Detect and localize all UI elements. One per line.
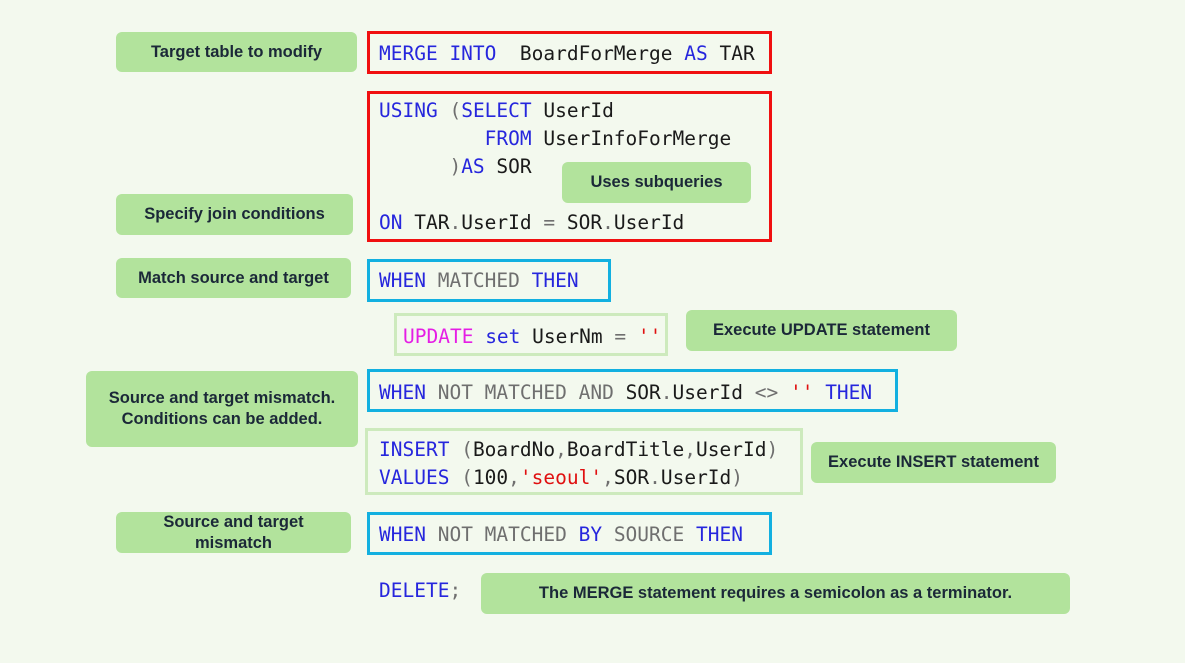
label-subqueries: Uses subqueries xyxy=(562,162,751,203)
code-token: WHEN xyxy=(379,523,426,546)
label-target: Target table to modify xyxy=(116,32,357,72)
code-line: VALUES (100,'seoul',SOR.UserId) xyxy=(379,464,778,492)
code-token: DELETE xyxy=(379,579,450,602)
code-token: UserId xyxy=(660,466,732,489)
code-token: SOR xyxy=(555,211,603,234)
code-token: BY xyxy=(578,523,603,546)
code-token: UserNm xyxy=(520,325,615,348)
code-token: AS xyxy=(684,42,708,65)
by-source-code: WHEN NOT MATCHED BY SOURCE THEN xyxy=(379,521,743,549)
code-token: ( xyxy=(461,466,473,489)
code-token: INSERT xyxy=(379,438,462,461)
when-not-matched-code: WHEN NOT MATCHED AND SOR.UserId <> '' TH… xyxy=(379,379,872,407)
code-token: BoardNo xyxy=(472,438,556,461)
code-token: ) xyxy=(379,155,462,178)
label-mismatch-line-1: Source and target mismatch. xyxy=(108,389,336,407)
code-line: WHEN MATCHED THEN xyxy=(379,267,579,295)
code-line: MERGE INTO BoardForMerge AS TAR xyxy=(379,40,755,68)
code-token: UserInfoForMerge xyxy=(531,127,732,150)
code-token: THEN xyxy=(531,269,579,292)
code-token: . xyxy=(649,466,661,489)
code-token: , xyxy=(684,438,697,461)
code-token: AS xyxy=(461,155,485,178)
code-token: . xyxy=(602,211,614,234)
label-match: Match source and target xyxy=(116,258,351,298)
code-token: 100 xyxy=(472,466,509,489)
code-token: ) xyxy=(731,466,744,489)
code-token: '' xyxy=(778,381,826,404)
delete-code: DELETE; xyxy=(379,577,461,605)
code-token: , xyxy=(602,466,614,489)
code-token: UserId xyxy=(613,211,685,234)
merge-into-code: MERGE INTO BoardForMerge AS TAR xyxy=(379,40,755,68)
code-line: DELETE; xyxy=(379,577,461,605)
code-token: ) xyxy=(766,438,779,461)
code-token: = xyxy=(614,325,627,348)
when-matched-code: WHEN MATCHED THEN xyxy=(379,267,579,295)
code-token: = xyxy=(543,211,556,234)
code-token: SELECT xyxy=(461,99,532,122)
code-token: NOT MATCHED xyxy=(425,523,579,546)
code-line: WHEN NOT MATCHED AND SOR.UserId <> '' TH… xyxy=(379,379,872,407)
code-token: 'seoul' xyxy=(519,466,603,489)
code-token: , xyxy=(508,466,520,489)
code-token: MERGE INTO xyxy=(379,42,497,65)
code-line: ON TAR.UserId = SOR.UserId xyxy=(379,209,731,237)
code-token: UPDATE xyxy=(403,325,474,348)
code-token: BoardTitle xyxy=(566,438,685,461)
code-line: USING (SELECT UserId xyxy=(379,97,731,125)
code-token: SOR xyxy=(613,466,650,489)
code-token: . xyxy=(449,211,462,234)
label-mismatch-conditions: Source and target mismatch. Conditions c… xyxy=(86,371,358,447)
code-token: UserId xyxy=(531,99,614,122)
code-token: . xyxy=(660,381,673,404)
code-token: TAR xyxy=(707,42,755,65)
code-token: THEN xyxy=(696,523,743,546)
label-join: Specify join conditions xyxy=(116,194,353,235)
code-token: set xyxy=(473,325,521,348)
code-token: FROM xyxy=(379,127,532,150)
code-token: SOR xyxy=(484,155,532,178)
code-token: SOURCE xyxy=(602,523,696,546)
code-token: ( xyxy=(449,99,462,122)
update-code: UPDATE set UserNm = '' xyxy=(403,323,661,351)
code-token: VALUES xyxy=(379,466,462,489)
label-semicolon: The MERGE statement requires a semicolon… xyxy=(481,573,1070,614)
code-token: UserId xyxy=(672,381,755,404)
label-mismatch: Source and target mismatch xyxy=(116,512,351,553)
code-token: WHEN xyxy=(379,381,426,404)
insert-code: INSERT (BoardNo,BoardTitle,UserId) VALUES… xyxy=(379,436,778,492)
code-token: BoardForMerge xyxy=(496,42,685,65)
code-token: TAR xyxy=(402,211,450,234)
code-token: ON xyxy=(379,211,403,234)
code-line: INSERT (BoardNo,BoardTitle,UserId) xyxy=(379,436,778,464)
code-line: UPDATE set UserNm = '' xyxy=(403,323,661,351)
label-insert: Execute INSERT statement xyxy=(811,442,1056,483)
code-token: , xyxy=(555,438,567,461)
code-line: FROM UserInfoForMerge xyxy=(379,125,732,153)
code-token: '' xyxy=(626,325,662,348)
code-token: ; xyxy=(449,579,462,602)
label-update: Execute UPDATE statement xyxy=(686,310,957,351)
code-token: UserId xyxy=(696,438,767,461)
code-token: WHEN xyxy=(379,269,426,292)
code-line: WHEN NOT MATCHED BY SOURCE THEN xyxy=(379,521,743,549)
code-token: <> xyxy=(754,381,779,404)
code-token: NOT MATCHED AND xyxy=(425,381,626,404)
code-token: UserId xyxy=(461,211,544,234)
code-token: MATCHED xyxy=(425,269,532,292)
code-token: SOR xyxy=(625,381,661,404)
code-token: ( xyxy=(461,438,473,461)
code-token: USING xyxy=(379,99,450,122)
label-mismatch-line-2: Conditions can be added. xyxy=(121,410,323,428)
code-token: THEN xyxy=(825,381,873,404)
